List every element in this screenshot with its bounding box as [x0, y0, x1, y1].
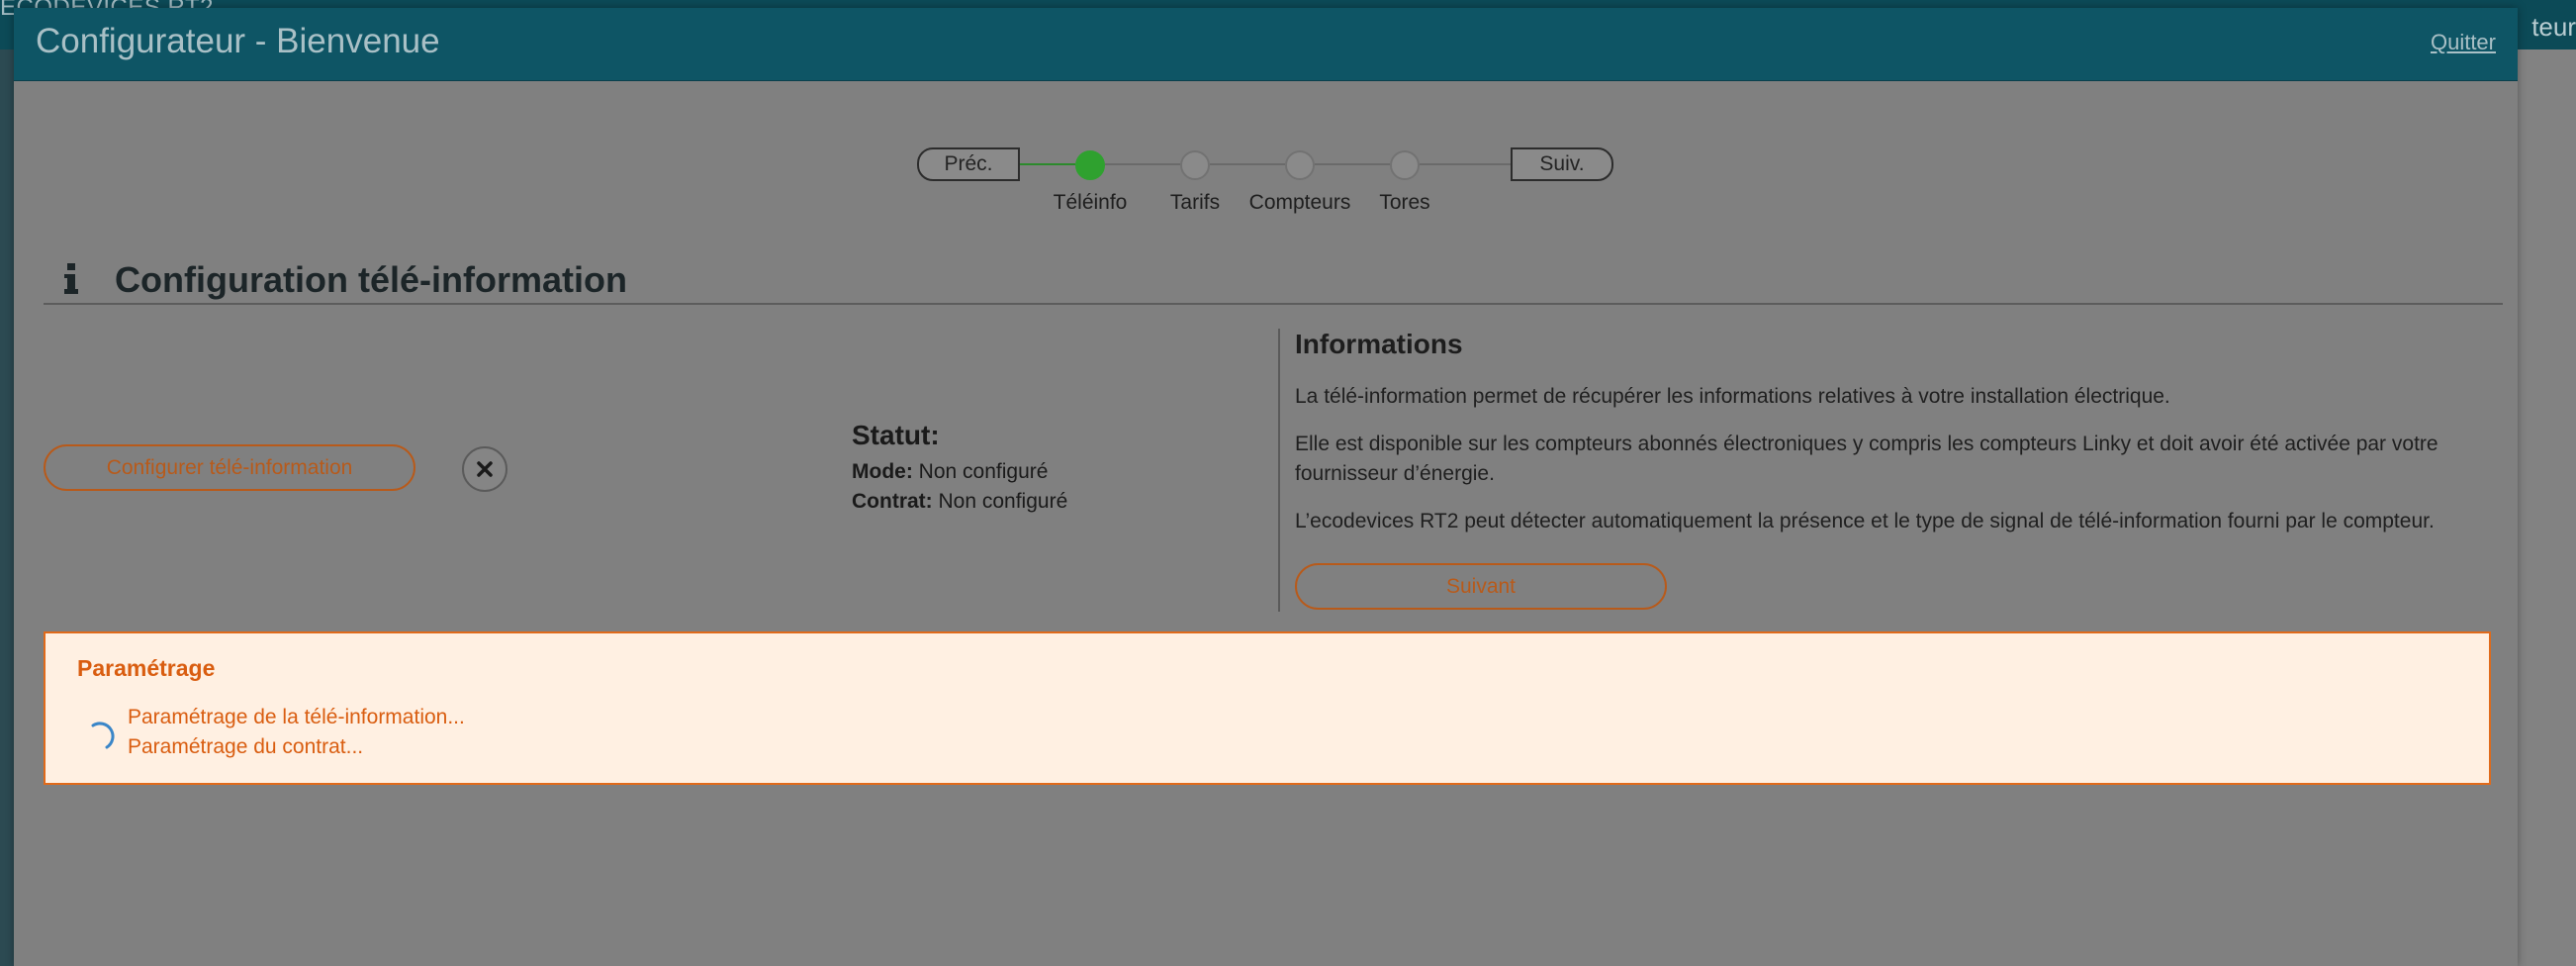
step-connector: [1020, 163, 1075, 165]
parametrage-title: Paramétrage: [77, 655, 216, 681]
step-connector: [1315, 163, 1390, 165]
step-compteurs-dot[interactable]: [1285, 150, 1315, 180]
background-right-panel: [2518, 49, 2576, 966]
status-title: Statut:: [852, 420, 940, 450]
informations-panel: Informations La télé-information permet …: [1278, 329, 2495, 612]
next-step-button[interactable]: Suiv.: [1511, 147, 1613, 181]
parametrage-line: Paramétrage du contrat...: [128, 735, 364, 758]
step-tarifs-label: Tarifs: [1169, 191, 1221, 214]
step-teleinfo-dot[interactable]: [1075, 150, 1105, 180]
status-contract-value: Non configuré: [938, 490, 1068, 513]
step-teleinfo-label: Téléinfo: [1053, 191, 1128, 214]
modal-title: Configurateur - Bienvenue: [36, 22, 440, 60]
status-contract-label: Contrat:: [852, 490, 933, 513]
wizard-stepper: Préc. Téléinfo Tarifs Compteurs Tores Su…: [903, 140, 1615, 229]
status-block: Statut: Mode: Non configuré Contrat: Non…: [852, 420, 1067, 517]
parametrage-panel: Paramétrage Paramétrage de la télé-infor…: [44, 631, 2491, 785]
parametrage-line: Paramétrage de la télé-information...: [128, 706, 465, 728]
step-connector: [1420, 163, 1511, 165]
status-mode-label: Mode:: [852, 460, 913, 483]
configurator-modal: Configurateur - Bienvenue Quitter Préc. …: [14, 8, 2518, 966]
informations-title: Informations: [1295, 329, 1463, 359]
modal-header: Configurateur - Bienvenue Quitter: [14, 8, 2518, 81]
info-icon: [63, 263, 79, 295]
step-tores-label: Tores: [1379, 191, 1430, 214]
background-user-menu: teur: [2531, 12, 2576, 42]
informations-paragraph: L’ecodevices RT2 peut détecter automatiq…: [1295, 510, 2435, 532]
status-mode-value: Non configuré: [918, 460, 1049, 483]
loading-spinner-icon: [85, 721, 115, 750]
section-title: Configuration télé-information: [115, 259, 627, 300]
step-tarifs-dot[interactable]: [1180, 150, 1210, 180]
step-connector: [1210, 163, 1285, 165]
close-icon[interactable]: [462, 446, 507, 492]
informations-paragraph: Elle est disponible sur les compteurs ab…: [1295, 433, 2438, 485]
step-connector: [1105, 163, 1180, 165]
informations-paragraph: La télé-information permet de récupérer …: [1295, 385, 2170, 408]
quit-link[interactable]: Quitter: [2431, 30, 2496, 55]
configure-teleinfo-button[interactable]: Configurer télé-information: [44, 444, 415, 491]
previous-step-button[interactable]: Préc.: [917, 147, 1020, 181]
step-compteurs-label: Compteurs: [1248, 191, 1351, 214]
section-header: Configuration télé-information: [44, 255, 2503, 305]
step-tores-dot[interactable]: [1390, 150, 1420, 180]
status-contract: Contrat: Non configuré: [852, 487, 1067, 517]
suivant-button[interactable]: Suivant: [1295, 563, 1667, 610]
status-mode: Mode: Non configuré: [852, 457, 1067, 487]
background-sidebar: [0, 49, 14, 966]
